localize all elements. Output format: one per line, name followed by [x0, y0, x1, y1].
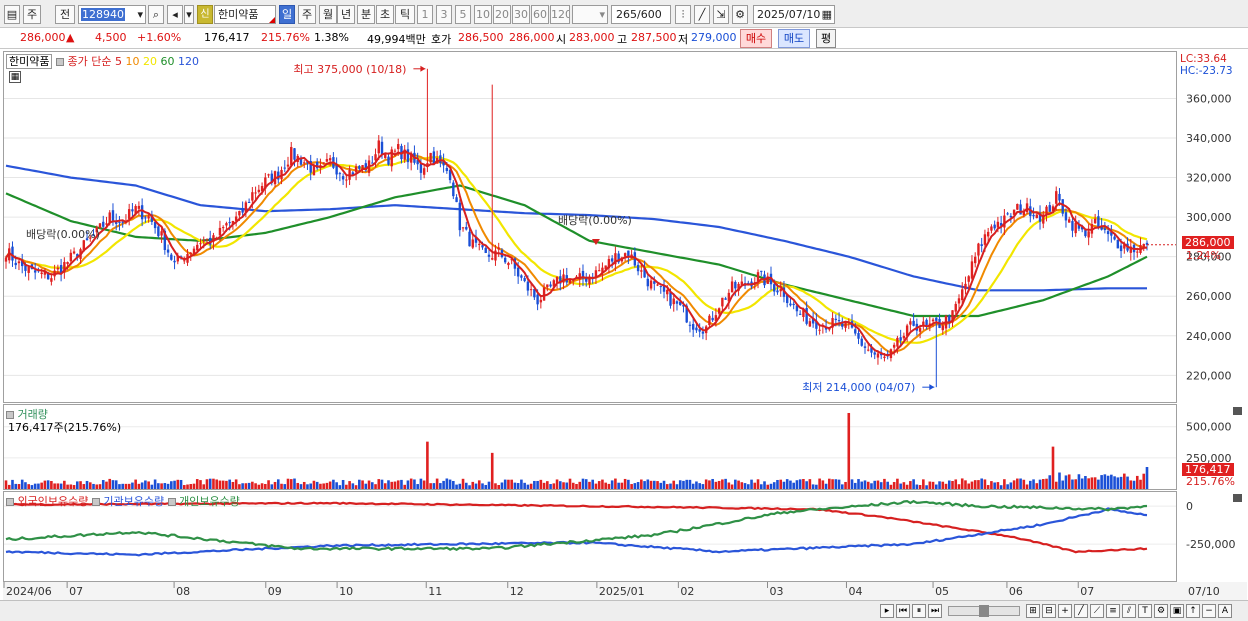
- legend-box-icon: [167, 498, 176, 506]
- text-icon[interactable]: T: [1138, 604, 1152, 618]
- last-page-icon[interactable]: ⏭: [928, 604, 942, 618]
- legend-ma120: 120: [177, 55, 199, 68]
- y-tick-label: 260,000: [1186, 290, 1232, 303]
- chart-navigation-bar: ▸ ⏮ ⏸ ⏭ ⊞ ⊟ + ╱ ⟋ ≡ ⫽ T ⚙ ▣ ↑ − A: [0, 600, 1248, 621]
- first-page-icon[interactable]: ⏮: [896, 604, 910, 618]
- last-volume-pct: 215.76%: [1186, 475, 1235, 488]
- x-tick-label: 12: [510, 585, 524, 598]
- x-tick-label: 08: [176, 585, 190, 598]
- lc-label: LC:33.64: [1180, 53, 1227, 65]
- legend-box-icon: [91, 498, 100, 506]
- hc-label: HC:-23.73: [1180, 65, 1233, 77]
- legend-ma20: 20: [142, 55, 157, 68]
- close-pane-icon[interactable]: [1233, 494, 1242, 502]
- x-tick-label: 10: [339, 585, 353, 598]
- scroll-up-icon[interactable]: ↑: [1186, 604, 1200, 618]
- legend-ma5: 5: [114, 55, 122, 68]
- legend-ma10: 10: [125, 55, 140, 68]
- legend-stock-name: 한미약품: [6, 54, 53, 69]
- volume-pane: [3, 404, 1177, 490]
- x-tick-label: 07: [69, 585, 83, 598]
- x-tick-label: 09: [268, 585, 282, 598]
- pause-icon[interactable]: ⏸: [912, 604, 926, 618]
- x-tick-label: 11: [428, 585, 442, 598]
- line-icon[interactable]: ╱: [1074, 604, 1088, 618]
- x-tick-label: 06: [1009, 585, 1023, 598]
- settings-icon[interactable]: ⚙: [1154, 604, 1168, 618]
- fib-icon[interactable]: ≡: [1106, 604, 1120, 618]
- scrollbar-thumb[interactable]: [979, 605, 989, 617]
- y-tick-label: 340,000: [1186, 132, 1232, 145]
- y-tick-label: 240,000: [1186, 330, 1232, 343]
- zoom-in-icon[interactable]: ⊞: [1026, 604, 1040, 618]
- scroll-right-icon[interactable]: ▸: [880, 604, 894, 618]
- last-price-pct: 1.24%: [1186, 249, 1221, 262]
- y-tick-label: -250,000: [1186, 538, 1235, 551]
- trend-icon[interactable]: ⟋: [1090, 604, 1104, 618]
- table-icon[interactable]: ▦: [9, 71, 21, 83]
- x-tick-label: 04: [848, 585, 862, 598]
- x-tick-label: 2024/06: [6, 585, 52, 598]
- legend-ma60: 60: [160, 55, 175, 68]
- x-axis: 2024/06 07 08 09 10 11 12 2025/01 02 03 04 05 06 07 07…: [3, 582, 1247, 600]
- y-tick-label: 300,000: [1186, 211, 1232, 224]
- legend-box-icon: [6, 411, 14, 419]
- y-tick-label: 360,000: [1186, 92, 1232, 105]
- volume-summary: 176,417주(215.76%): [8, 421, 122, 434]
- y-tick-label: 220,000: [1186, 369, 1232, 382]
- minus-icon[interactable]: −: [1202, 604, 1216, 618]
- x-tick-label: 05: [935, 585, 949, 598]
- legend-individual: 개인보유수량: [179, 495, 240, 508]
- x-tick-label: 07/10: [1188, 585, 1220, 598]
- holding-y-axis: 0 -250,000: [1186, 500, 1235, 551]
- font-size-icon[interactable]: A: [1218, 604, 1232, 618]
- close-pane-icon[interactable]: [1233, 407, 1242, 415]
- x-tick-label: 02: [680, 585, 694, 598]
- crosshair-icon[interactable]: +: [1058, 604, 1072, 618]
- legend-ma-label: 종가 단순: [67, 55, 112, 68]
- y-tick-label: 320,000: [1186, 172, 1232, 185]
- image-icon[interactable]: ▣: [1170, 604, 1184, 618]
- x-tick-label: 03: [770, 585, 784, 598]
- zoom-out-icon[interactable]: ⊟: [1042, 604, 1056, 618]
- last-price-badge: 286,000: [1182, 236, 1234, 249]
- holding-legend: 외국인보유수량 기관보유수량 개인보유수량: [6, 493, 240, 509]
- scrollbar[interactable]: [948, 605, 1020, 617]
- volume-y-axis: 500,000250,000: [1186, 421, 1232, 465]
- y-tick-label: 500,000: [1186, 421, 1232, 434]
- price-legend: 한미약품 종가 단순 5 10 20 60 120: [6, 53, 199, 69]
- channel-icon[interactable]: ⫽: [1122, 604, 1136, 618]
- price-pane: [3, 51, 1177, 403]
- legend-institution: 기관보유수량: [103, 495, 165, 508]
- x-tick-label: 07: [1080, 585, 1094, 598]
- legend-box-icon: [55, 58, 64, 66]
- y-tick-label: 0: [1186, 500, 1193, 513]
- legend-box-icon: [6, 498, 14, 506]
- x-tick-label: 2025/01: [599, 585, 645, 598]
- legend-foreign: 외국인보유수량: [17, 495, 89, 508]
